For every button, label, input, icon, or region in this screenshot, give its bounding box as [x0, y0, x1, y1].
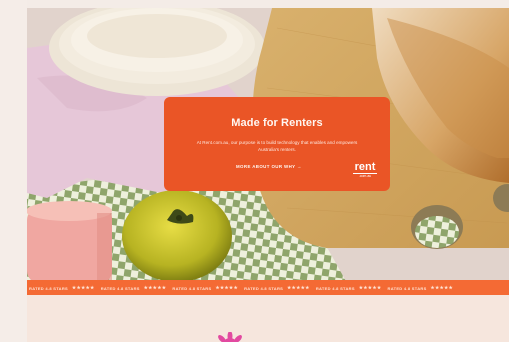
ribbon-item: RATED 4.8 STARS ★★★★★: [316, 285, 382, 291]
rent-logo-domain: .com.au: [353, 173, 377, 179]
star-rating-icon: ★★★★★: [358, 285, 382, 290]
ribbon-item: RATED 4.8 STARS ★★★★★: [172, 285, 238, 291]
star-rating-icon: ★★★★★: [287, 285, 310, 290]
ribbon-label: RATED 4.8 STARS: [244, 285, 284, 291]
ribbon-item: RATED 4.8 STARS ★★★★★: [388, 285, 454, 291]
top-margin: [27, 0, 509, 8]
ribbon-label: RATED 4.8 STARS: [387, 285, 427, 291]
more-about-our-why-link[interactable]: MORE ABOUT OUR WHY →: [236, 164, 302, 169]
ribbon-label: RATED 4.8 STARS: [100, 285, 140, 291]
ribbon-label: RATED 4.8 STARS: [29, 285, 69, 291]
next-section-background: [27, 295, 509, 342]
star-rating-icon: ★★★★★: [430, 285, 454, 290]
made-for-renters-card: Made for Renters At Rent.com.au, our pur…: [164, 97, 390, 191]
rent-logo-word: rent: [354, 161, 376, 173]
star-rating-icon: ★★★★★: [143, 285, 167, 290]
star-rating-icon: ★★★★★: [72, 285, 95, 290]
card-description: At Rent.com.au, our purpose is to build …: [196, 140, 358, 152]
flower-decoration-icon: [215, 332, 245, 342]
ribbon-label: RATED 4.8 STARS: [315, 285, 355, 291]
ribbon-item: RATED 4.8 STARS ★★★★★: [29, 285, 95, 291]
ribbon-label: RATED 4.8 STARS: [172, 285, 212, 291]
ratings-ribbon-track: RATED 4.8 STARS ★★★★★ RATED 4.8 STARS ★★…: [29, 285, 453, 291]
ribbon-item: RATED 4.8 STARS ★★★★★: [101, 285, 167, 291]
card-title: Made for Renters: [231, 117, 323, 129]
left-margin: [0, 0, 27, 342]
star-rating-icon: ★★★★★: [215, 285, 239, 290]
ribbon-item: RATED 4.8 STARS ★★★★★: [244, 285, 310, 291]
rent-logo: rent .com.au: [350, 162, 380, 182]
ratings-ribbon: RATED 4.8 STARS ★★★★★ RATED 4.8 STARS ★★…: [27, 280, 509, 295]
